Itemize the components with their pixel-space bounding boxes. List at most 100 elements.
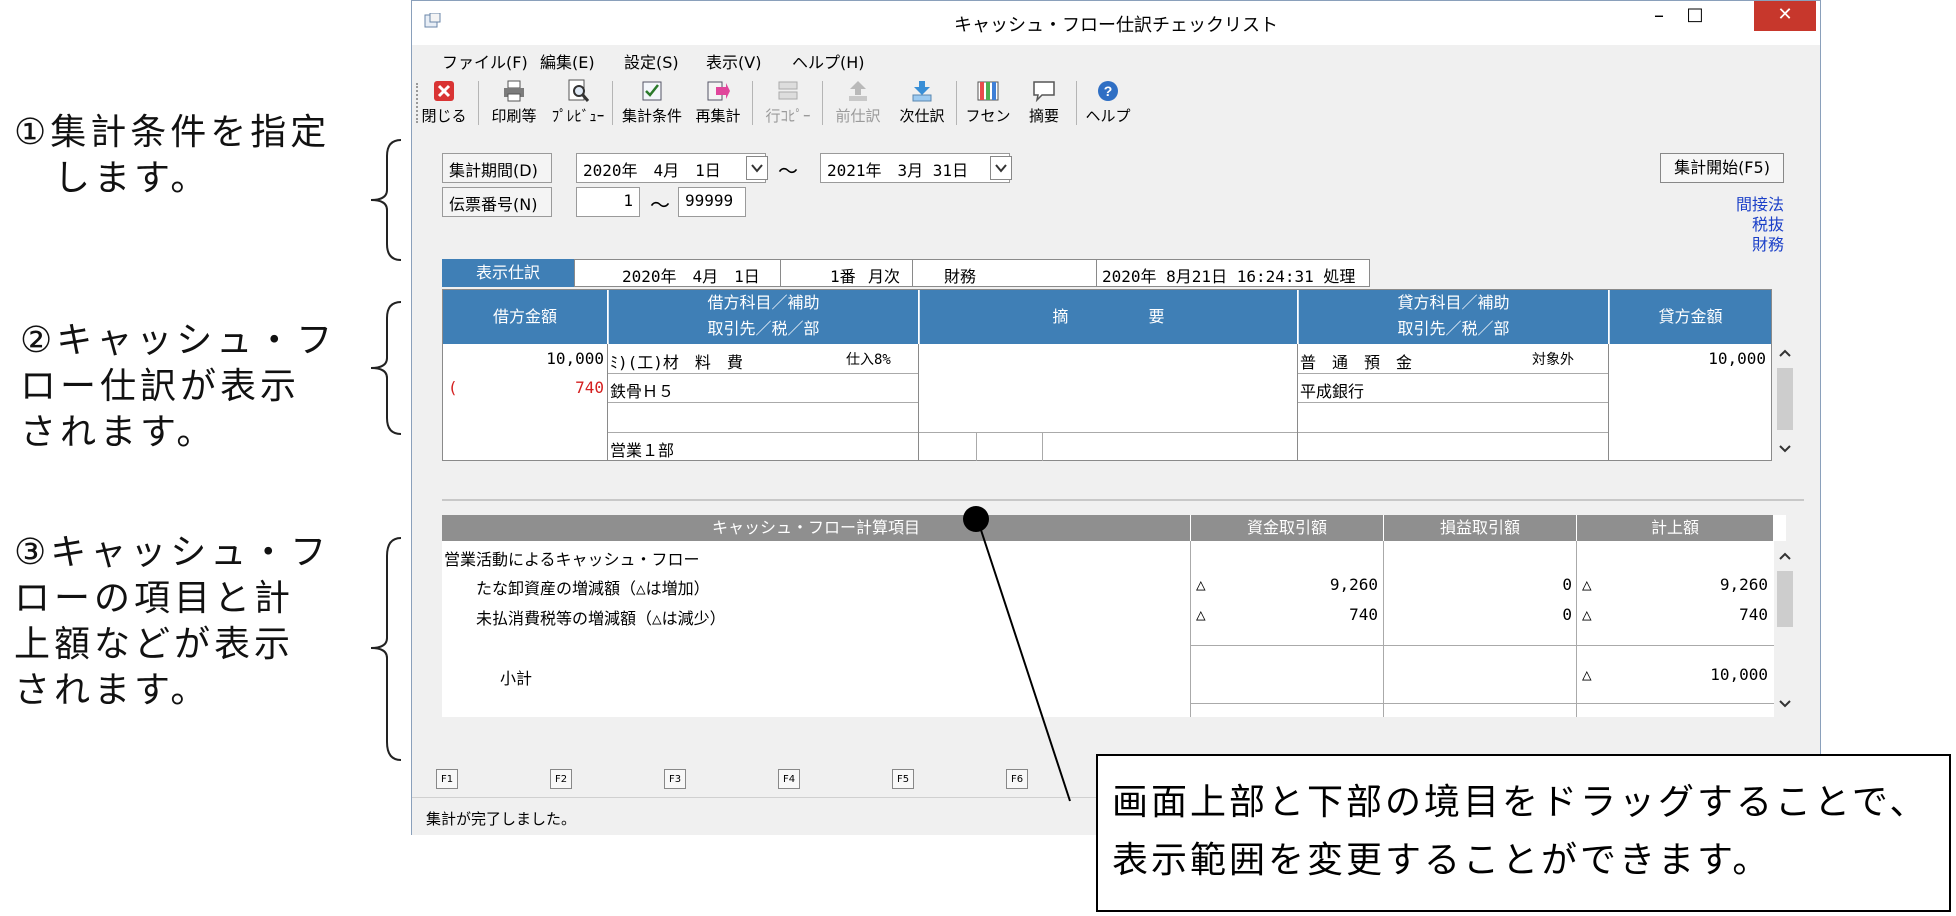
help-button[interactable]: ? ヘルプ [1080,79,1136,126]
menu-view[interactable]: 表示(V) [706,49,761,73]
slip-to-field[interactable]: 99999 [678,187,746,217]
credit-amount-header: 貸方金額 [1609,290,1771,344]
window-title: キャッシュ・フロー仕訳チェックリスト [954,15,1278,36]
entry-sep-2 [912,259,913,287]
period-from-field[interactable]: 2020年 4月 1日 [576,153,766,183]
start-aggregation-button[interactable]: 集計開始(F5) [1660,153,1784,183]
scrollbar-thumb[interactable] [1777,571,1793,627]
minimize-button[interactable]: – [1642,1,1676,31]
print-button[interactable]: 印刷等 [484,79,544,126]
close-tool-label: 閉じる [421,107,467,125]
fkey-f2[interactable]: F2 [550,769,572,789]
help-icon: ? [1098,81,1118,101]
memo-button[interactable]: 摘要 [1016,79,1072,126]
slip-from-field[interactable]: 1 [576,187,640,217]
credit-amount-value: 10,000 [1708,349,1766,368]
annotation-2: ②キャッシュ・フ ロー仕訳が表示 されます。 [20,318,336,456]
debit-sub-account[interactable]: 鉄骨Ｈ５ [610,378,674,402]
credit-account-value[interactable]: 普 通 預 金 [1300,349,1412,373]
menu-settings[interactable]: 設定(S) [624,49,679,73]
credit-account-header-line2: 取引先／税／部 [1397,319,1510,338]
scroll-up-icon[interactable] [1778,348,1792,358]
toolbar-separator [612,81,613,125]
credit-account-header: 貸方科目／補助 取引先／税／部 [1298,290,1608,344]
toolbar-separator [1076,81,1077,125]
slip-to-value: 99999 [685,191,734,210]
close-button[interactable]: ✕ [1754,1,1816,31]
scroll-down-icon[interactable] [1778,444,1792,454]
period-from-value: 2020年 4月 1日 [583,161,721,180]
slip-tilde: ～ [650,193,670,217]
scroll-down-icon[interactable] [1778,699,1792,709]
summary-header: 摘 要 [919,290,1297,344]
sticky-note-label: フセン [965,107,1011,125]
grid-line [1298,432,1608,433]
annotation-3: ③キャッシュ・フ ローの項目と計 上額などが表示 されます。 [14,530,330,714]
cf-item-header-label: キャッシュ・フロー計算項目 [711,518,920,537]
slip-from-value: 1 [623,191,633,210]
credit-sub-account[interactable]: 平成銀行 [1300,378,1364,402]
grid-line [1576,541,1577,717]
next-entry-button[interactable]: 次仕訳 [892,79,952,126]
menu-edit[interactable]: 編集(E) [540,49,595,73]
recalc-button[interactable]: 再集計 [688,79,748,126]
pane-splitter[interactable] [442,499,1804,501]
annotation-3-line4: されます。 [14,670,211,711]
conditions-button[interactable]: 集計条件 [618,79,686,126]
annotation-3-line3: 上額などが表示 [14,624,295,665]
grid-line [608,402,918,403]
debit-account-header-line1: 借方科目／補助 [707,293,820,312]
sticky-note-icon [977,81,999,101]
cf-pl-header: 損益取引額 [1384,515,1576,541]
cf-pl-header-label: 損益取引額 [1439,518,1520,537]
cf-row-posted: 740 [1739,605,1768,624]
brace-1 [370,139,402,261]
debit-account-value[interactable]: ﾐ)(工)材 料 費 [610,349,743,373]
scroll-up-icon[interactable] [1778,551,1792,561]
fkey-f1[interactable]: F1 [436,769,458,789]
entry-period: 月次 [868,267,901,286]
close-icon [434,81,454,101]
annotation-1: ①集計条件を指定 します。 [14,110,330,202]
toolbar-separator [478,81,479,125]
cf-row-pl: 0 [1562,605,1572,624]
cf-row-posted-mark: △ [1582,605,1592,624]
prev-entry-button[interactable]: 前仕訳 [828,79,888,126]
chevron-down-icon [751,164,763,173]
entry-number: 1番 [830,267,856,286]
cf-subtotal-value: 10,000 [1710,665,1768,684]
cashflow-scrollbar[interactable] [1774,541,1796,717]
period-to-dropdown-button[interactable] [990,156,1012,180]
period-to-field[interactable]: 2021年 3月 31日 [820,153,1010,183]
annotation-1-line2: します。 [14,158,211,199]
debit-department[interactable]: 営業１部 [610,437,674,461]
grid-line [976,432,977,461]
maximize-button[interactable]: □ [1678,1,1712,31]
menu-help[interactable]: ヘルプ(H) [792,49,865,73]
chevron-down-icon [995,164,1007,173]
row-copy-button[interactable]: 行ｺﾋﾟｰ [758,79,818,126]
brace-2 [370,301,402,435]
fkey-f3[interactable]: F3 [664,769,686,789]
scrollbar-thumb[interactable] [1777,368,1793,430]
debit-account-header: 借方科目／補助 取引先／税／部 [608,290,918,344]
sticky-note-button[interactable]: フセン [960,79,1016,126]
fkey-f5[interactable]: F5 [892,769,914,789]
debit-account-header-line2: 取引先／税／部 [707,319,820,338]
menu-file[interactable]: ファイル(F) [442,49,528,73]
preview-button[interactable]: ﾌﾟﾚﾋﾞｭｰ [548,79,608,126]
menu-bar: ファイル(F) 編集(E) 設定(S) 表示(V) ヘルプ(H) [412,45,1820,73]
close-tool-button[interactable]: 閉じる [414,79,474,126]
grid-line [1298,373,1608,374]
grid-line [1042,432,1043,461]
journal-scrollbar[interactable] [1774,344,1796,461]
cf-row-fund: 9,260 [1329,575,1378,594]
entry-tab[interactable]: 表示仕訳 [442,259,574,287]
fkey-f4[interactable]: F4 [778,769,800,789]
grid-line [1190,645,1774,646]
entry-date: 2020年 4月 1日 [622,267,760,286]
toolbar-separator [822,81,823,125]
period-from-dropdown-button[interactable] [746,156,768,180]
cf-posted-header-label: 計上額 [1650,518,1699,537]
side-info: 間接法 税抜 財務 [1692,195,1784,255]
